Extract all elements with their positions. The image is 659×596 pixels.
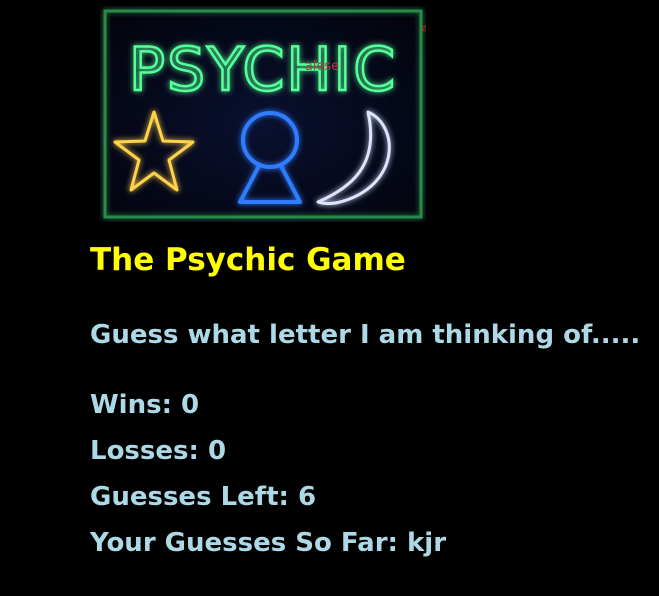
game-prompt: Guess what letter I am thinking of..... [90, 320, 641, 350]
losses-label: Losses: [90, 436, 199, 466]
guesses-left-value: 6 [298, 482, 317, 512]
guesses-left-label: Guesses Left: [90, 482, 289, 512]
sign-neon-text: PSYCHIC [129, 35, 397, 105]
losses-stat: Losses: 0 [90, 431, 226, 471]
neon-sign-graphic: PSYCHIC alese abc [100, 6, 426, 222]
page-title: The Psychic Game [90, 242, 406, 278]
losses-value: 0 [207, 436, 227, 466]
sign-corner-text: abc [421, 21, 426, 35]
psychic-sign-image: PSYCHIC alese abc [100, 6, 426, 222]
guesses-so-far-value: kjr [407, 528, 447, 558]
guesses-left-stat: Guesses Left: 6 [90, 477, 316, 517]
wins-label: Wins: [90, 390, 172, 420]
wins-value: 0 [181, 390, 200, 420]
guesses-so-far-label: Your Guesses So Far: [90, 528, 398, 558]
wins-stat: Wins: 0 [90, 385, 199, 425]
sign-small-text: alese [305, 59, 339, 74]
guesses-so-far-stat: Your Guesses So Far: kjr [90, 523, 446, 563]
